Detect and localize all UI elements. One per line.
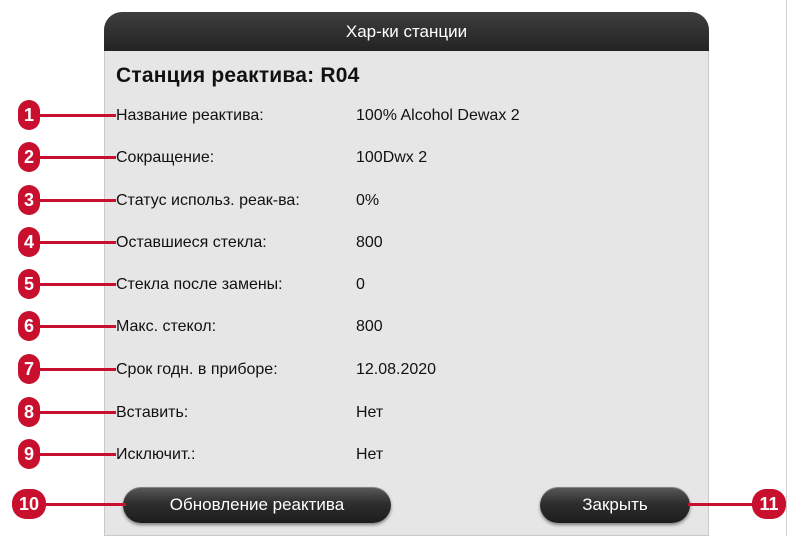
- insert-label: Вставить:: [116, 404, 189, 421]
- callout-line-9: [28, 453, 116, 456]
- reagent-name-value: 100% Alcohol Dewax 2: [356, 107, 520, 124]
- callout-badge-7: 7: [18, 354, 40, 384]
- usage-status-label: Статус использ. реак-ва:: [116, 192, 300, 209]
- slides-since-change-value: 0: [356, 276, 365, 293]
- callout-line-1: [28, 114, 116, 117]
- callout-badge-6: 6: [18, 311, 40, 341]
- abbreviation-value: 100Dwx 2: [356, 149, 428, 166]
- exclude-label: Исключит.:: [116, 446, 196, 463]
- exclude-value: Нет: [356, 446, 384, 463]
- dialog-title: Хар-ки станции: [104, 12, 709, 51]
- abbreviation-label: Сокращение:: [116, 149, 215, 166]
- callout-badge-11: 11: [752, 489, 786, 519]
- expiry-date-label: Срок годн. в приборе:: [116, 361, 278, 378]
- screen: Хар-ки станции Станция реактива: R04 Наз…: [0, 0, 791, 536]
- expiry-date-value: 12.08.2020: [356, 361, 437, 378]
- callout-badge-8: 8: [18, 397, 40, 427]
- callout-badge-5: 5: [18, 269, 40, 299]
- insert-value: Нет: [356, 404, 384, 421]
- callout-line-4: [28, 241, 116, 244]
- callout-badge-3: 3: [18, 185, 40, 215]
- remaining-slides-label: Оставшиеся стекла:: [116, 234, 267, 251]
- max-slides-value: 800: [356, 318, 383, 335]
- callout-line-2: [28, 156, 116, 159]
- max-slides-label: Макс. стекол:: [116, 318, 217, 335]
- page-edge-divider: [786, 0, 787, 536]
- callout-badge-4: 4: [18, 227, 40, 257]
- callout-line-6: [28, 325, 116, 328]
- callout-badge-1: 1: [18, 100, 40, 130]
- update-reagent-button[interactable]: Обновление реактива: [123, 487, 391, 523]
- callout-badge-2: 2: [18, 142, 40, 172]
- callout-badge-9: 9: [18, 439, 40, 469]
- callout-line-3: [28, 199, 116, 202]
- slides-since-change-label: Стекла после замены:: [116, 276, 283, 293]
- station-heading: Станция реактива: R04: [116, 64, 360, 87]
- usage-status-value: 0%: [356, 192, 380, 209]
- reagent-name-label: Название реактива:: [116, 107, 264, 124]
- callout-line-10: [40, 503, 126, 506]
- close-button[interactable]: Закрыть: [540, 487, 690, 523]
- callout-badge-10: 10: [12, 489, 46, 519]
- remaining-slides-value: 800: [356, 234, 383, 251]
- callout-line-5: [28, 283, 116, 286]
- callout-line-8: [28, 411, 116, 414]
- callout-line-7: [28, 368, 116, 371]
